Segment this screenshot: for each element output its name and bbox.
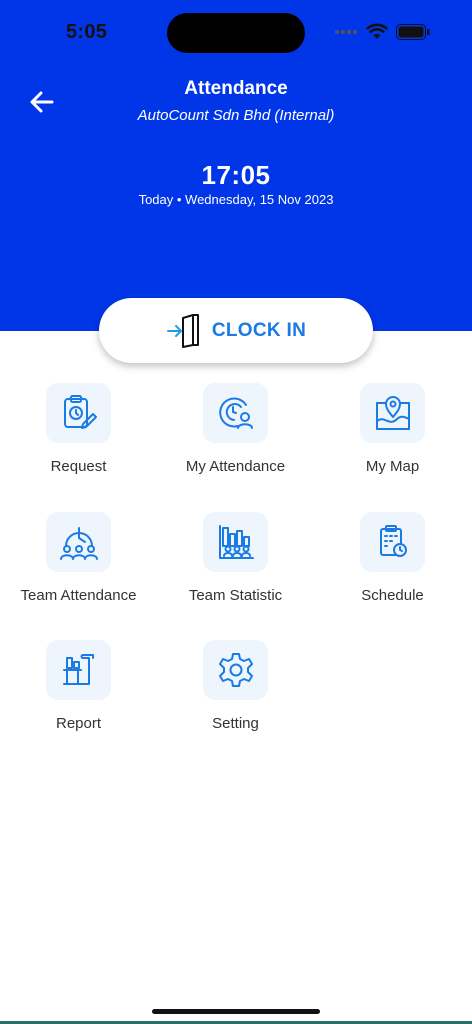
cellular-signal-icon [335, 30, 357, 34]
team-attendance-icon [59, 527, 98, 560]
report-icon [62, 654, 94, 685]
menu-label: My Attendance [185, 458, 286, 475]
menu-icon-box [360, 512, 425, 572]
menu-icon-box [360, 383, 425, 443]
menu-label: Team Attendance [20, 587, 137, 604]
my-map-icon [375, 396, 410, 430]
request-clipboard-icon [63, 395, 97, 429]
my-attendance-icon [218, 397, 253, 429]
menu-icon-box [203, 383, 268, 443]
clock-in-door-icon [166, 313, 199, 348]
menu-item-request[interactable]: Request [0, 383, 157, 493]
current-date: Today • Wednesday, 15 Nov 2023 [138, 192, 334, 207]
menu-item-report[interactable]: Report [0, 640, 157, 750]
menu-label: My Map [365, 458, 420, 475]
menu-item-team-attendance[interactable]: Team Attendance [0, 512, 157, 622]
schedule-icon [379, 525, 407, 557]
menu-icon-box [203, 640, 268, 700]
menu-label: Team Statistic [188, 587, 283, 604]
company-subtitle: AutoCount Sdn Bhd (Internal) [137, 107, 335, 124]
battery-icon [396, 24, 430, 40]
header-banner: 5:05 Attendance AutoCount Sdn Bhd (Inter… [0, 0, 472, 331]
status-time: 5:05 [66, 21, 108, 43]
menu-item-my-map[interactable]: My Map [314, 383, 471, 493]
menu-item-setting[interactable]: Setting [157, 640, 314, 750]
menu-label: Schedule [361, 587, 424, 604]
menu-label: Request [50, 458, 107, 475]
current-time: 17:05 [201, 160, 271, 190]
clock-in-label: CLOCK IN [211, 319, 307, 341]
menu-label: Setting [212, 715, 259, 732]
menu-item-schedule[interactable]: Schedule [314, 512, 471, 622]
menu-icon-box [46, 512, 111, 572]
clock-in-button[interactable]: CLOCK IN [99, 298, 373, 363]
menu-item-my-attendance[interactable]: My Attendance [157, 383, 314, 493]
menu-label: Report [55, 715, 102, 732]
page-title: Attendance [184, 78, 288, 99]
dynamic-island [167, 13, 305, 53]
status-bar: 5:05 [0, 0, 472, 60]
menu-icon-box [46, 383, 111, 443]
menu-item-team-statistic[interactable]: Team Statistic [157, 512, 314, 622]
menu-icon-box [46, 640, 111, 700]
team-statistic-icon [218, 525, 254, 559]
menu-icon-box [203, 512, 268, 572]
wifi-icon [366, 23, 388, 39]
setting-gear-icon [218, 653, 253, 687]
home-indicator[interactable] [152, 1009, 320, 1014]
